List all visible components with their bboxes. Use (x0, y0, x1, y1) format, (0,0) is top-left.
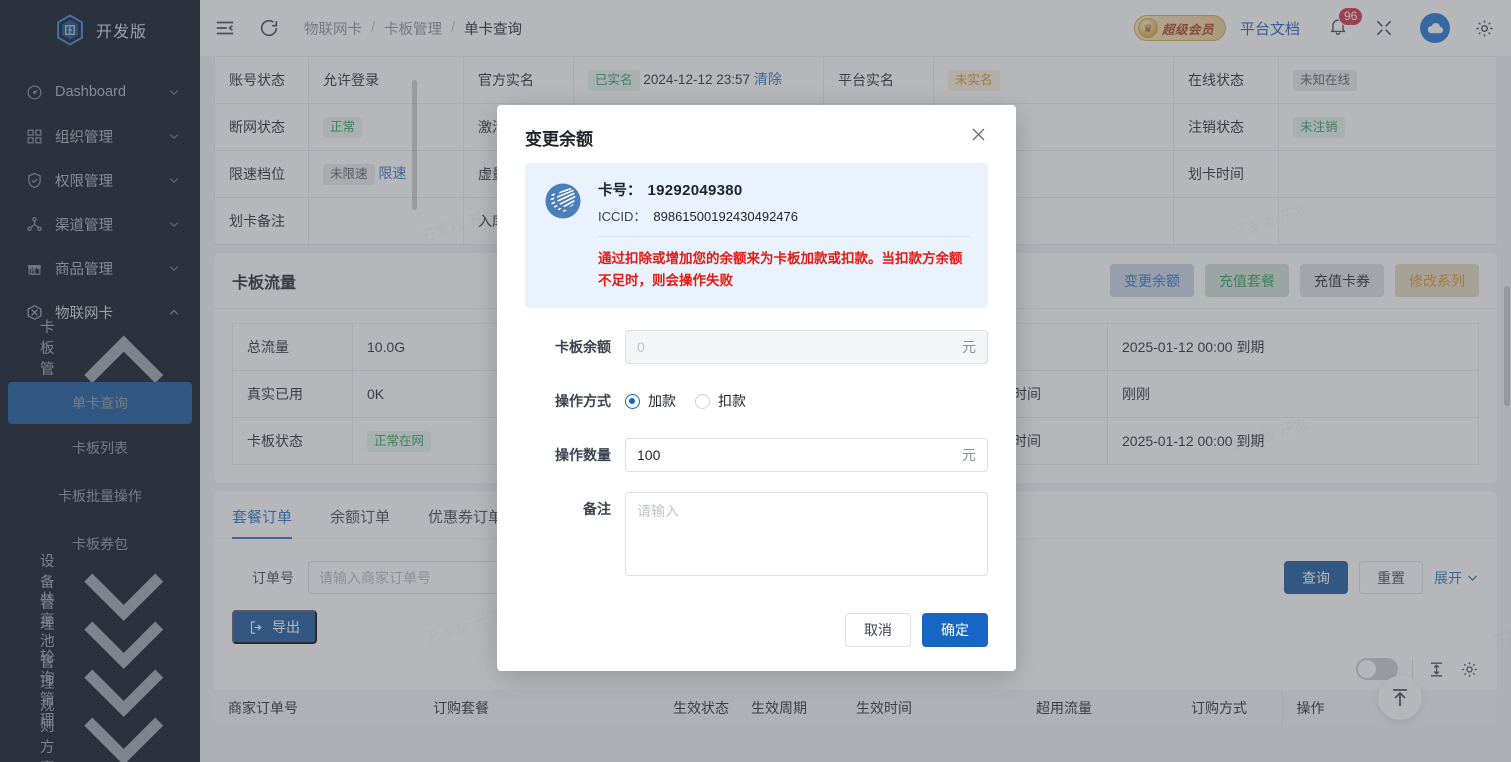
card-number-value: 19292049380 (648, 182, 743, 199)
card-number-label: 卡号： (598, 179, 642, 200)
form-row-balance: 卡板余额 元 (525, 330, 988, 364)
china-unicom-logo (543, 181, 583, 221)
balance-input (625, 330, 988, 364)
remark-label: 备注 (525, 492, 625, 526)
amount-input[interactable] (625, 438, 988, 472)
radio-dot (695, 394, 710, 409)
card-number-row: 卡号： 19292049380 (598, 179, 970, 200)
modal-title: 变更余额 (525, 125, 593, 150)
form-row-remark: 备注 (525, 492, 988, 581)
balance-label: 卡板余额 (525, 330, 625, 364)
balance-control: 元 (625, 330, 988, 364)
form-row-amount: 操作数量 元 (525, 438, 988, 472)
modal-header: 变更余额 (525, 125, 988, 159)
remark-textarea[interactable] (625, 492, 988, 576)
iccid-value: 89861500192430492476 (653, 209, 798, 224)
modal-footer: 取消 确定 (525, 601, 988, 671)
remark-control (625, 492, 988, 581)
amount-control: 元 (625, 438, 988, 472)
close-icon[interactable] (969, 125, 988, 144)
confirm-button[interactable]: 确定 (922, 613, 988, 647)
radio-dot (625, 394, 640, 409)
cancel-button[interactable]: 取消 (845, 613, 911, 647)
radio-label: 扣款 (718, 391, 746, 411)
change-balance-form: 卡板余额 元 操作方式 加款 扣款 (525, 308, 988, 581)
radio-label: 加款 (648, 391, 676, 411)
app-root: 开发版 Dashboard 组织管理 权限管理 渠道管理 (0, 0, 1511, 762)
form-row-op-type: 操作方式 加款 扣款 (525, 384, 988, 418)
change-balance-modal: 变更余额 卡号： 19292049380 (497, 105, 1016, 671)
card-info-text: 卡号： 19292049380 ICCID： 89861500192430492… (598, 179, 970, 292)
iccid-label: ICCID： (598, 206, 646, 225)
op-type-label: 操作方式 (525, 384, 625, 418)
warning-text: 通过扣除或增加您的余额来为卡板加款或扣款。当扣款方余额不足时，则会操作失败 (598, 236, 970, 292)
op-type-control: 加款 扣款 (625, 384, 988, 418)
radio-add-funds[interactable]: 加款 (625, 391, 676, 411)
radio-deduct-funds[interactable]: 扣款 (695, 391, 746, 411)
op-type-radio-group: 加款 扣款 (625, 384, 988, 418)
card-info-banner: 卡号： 19292049380 ICCID： 89861500192430492… (525, 163, 988, 308)
amount-label: 操作数量 (525, 438, 625, 472)
iccid-row: ICCID： 89861500192430492476 (598, 206, 970, 225)
